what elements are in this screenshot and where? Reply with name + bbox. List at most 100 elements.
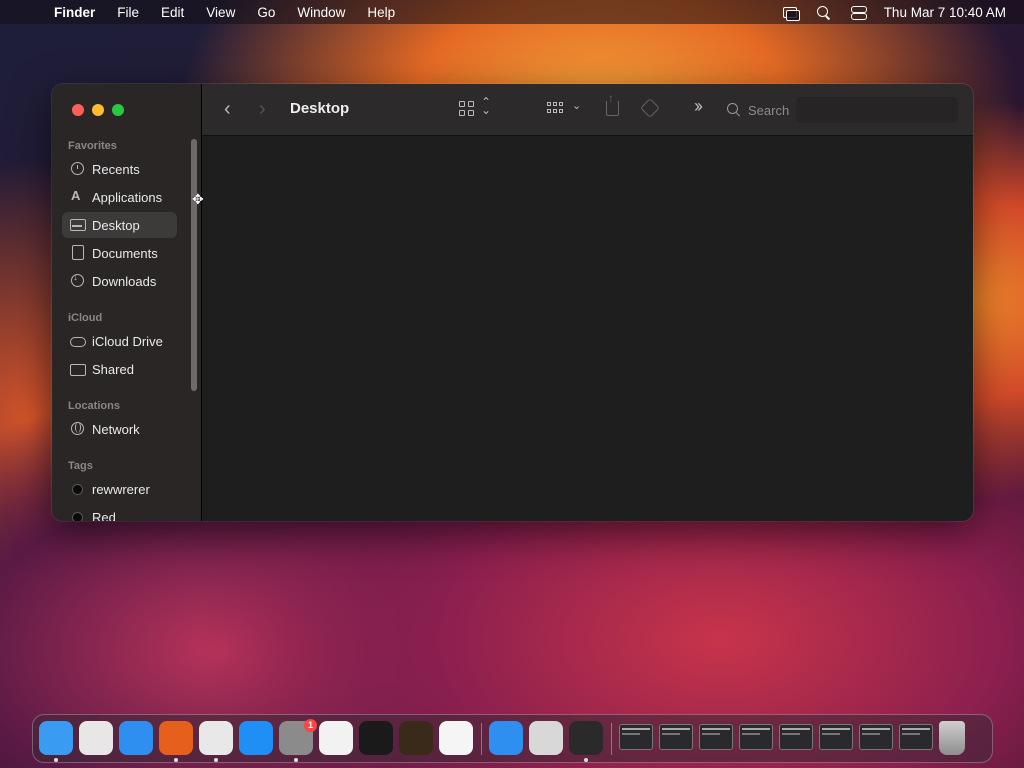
sidebar-item-label: rewwrerer xyxy=(92,481,150,497)
menu-edit[interactable]: Edit xyxy=(150,5,195,20)
vscode-icon[interactable] xyxy=(439,721,473,755)
sidebar-section-favorites: Favorites xyxy=(68,140,117,152)
finder-icon[interactable] xyxy=(39,721,73,755)
safari-icon[interactable] xyxy=(119,721,153,755)
garageband-icon[interactable] xyxy=(399,721,433,755)
terminal-icon[interactable] xyxy=(359,721,393,755)
sidebar-item-label: Applications xyxy=(92,189,163,205)
forward-button[interactable]: › xyxy=(259,98,266,121)
globe-icon xyxy=(70,421,86,437)
weather-icon[interactable] xyxy=(489,721,523,755)
window-controls xyxy=(72,104,124,116)
document-icon xyxy=(70,245,86,261)
sidebar-item-label: Red xyxy=(92,509,116,522)
running-indicator xyxy=(174,758,178,762)
running-indicator xyxy=(584,758,588,762)
menu-bar-status: Thu Mar 7 10:40 AM xyxy=(782,5,1024,21)
finder-window: Favorites Recents Applications Desktop D… xyxy=(52,84,973,521)
screen-mirroring-icon[interactable] xyxy=(782,5,800,21)
zoom-window-button[interactable] xyxy=(112,104,124,116)
notification-badge: 1 xyxy=(304,719,317,732)
running-indicator xyxy=(294,758,298,762)
sidebar-item-applications[interactable]: Applications xyxy=(62,184,177,210)
running-indicator xyxy=(214,758,218,762)
sidebar-item-recents[interactable]: Recents xyxy=(62,156,177,182)
sidebar-item-downloads[interactable]: Downloads xyxy=(62,268,177,294)
trash-icon[interactable] xyxy=(939,721,965,755)
dock: 1 xyxy=(32,714,993,763)
chevron-down-icon[interactable]: ⌄ xyxy=(572,99,581,112)
sidebar-item-label: Desktop xyxy=(92,217,140,233)
chrome-icon[interactable] xyxy=(199,721,233,755)
sidebar-item-label: iCloud Drive xyxy=(92,333,163,349)
finder-sidebar: Favorites Recents Applications Desktop D… xyxy=(52,84,202,521)
window-title: Desktop xyxy=(290,100,350,117)
menu-window[interactable]: Window xyxy=(286,5,356,20)
minimized-window-thumbnail[interactable] xyxy=(899,724,933,750)
app-store-icon[interactable] xyxy=(239,721,273,755)
menu-app-finder[interactable]: Finder xyxy=(54,5,106,20)
minimized-window-thumbnail[interactable] xyxy=(619,724,653,750)
sidebar-section-tags: Tags xyxy=(68,460,93,472)
sidebar-item-label: Downloads xyxy=(92,273,157,289)
back-button[interactable]: ‹ xyxy=(224,98,231,121)
running-indicator xyxy=(54,758,58,762)
group-by-icon[interactable] xyxy=(547,102,565,116)
tag-icon[interactable] xyxy=(640,98,660,118)
finder-toolbar: ‹ › Desktop ⌃⌄ ⌄ ›› xyxy=(202,84,973,136)
tag-dot-icon xyxy=(70,509,86,521)
preview-icon[interactable] xyxy=(529,721,563,755)
view-options-chevron-icon[interactable]: ⌃ ⌄ xyxy=(481,96,491,116)
sidebar-item-icloud-drive[interactable]: iCloud Drive xyxy=(62,328,177,354)
search-field[interactable] xyxy=(721,97,973,123)
applications-icon xyxy=(70,188,86,205)
sidebar-item-shared[interactable]: Shared xyxy=(62,356,177,382)
sidebar-tag-rewwrerer[interactable]: rewwrerer xyxy=(62,476,177,502)
sidebar-item-label: Documents xyxy=(92,245,158,261)
sidebar-item-network[interactable]: Network xyxy=(62,416,177,442)
minimized-window-thumbnail[interactable] xyxy=(739,724,773,750)
sidebar-item-label: Network xyxy=(92,421,140,437)
sidebar-item-desktop[interactable]: Desktop xyxy=(62,212,177,238)
control-center-icon[interactable] xyxy=(850,5,867,20)
finder-content-area[interactable] xyxy=(202,137,973,521)
cloud-icon xyxy=(70,333,86,349)
menu-go[interactable]: Go xyxy=(246,5,286,20)
minimize-window-button[interactable] xyxy=(92,104,104,116)
minimized-window-thumbnail[interactable] xyxy=(659,724,693,750)
search-icon xyxy=(727,103,741,117)
spotlight-search-icon[interactable] xyxy=(816,5,832,19)
sidebar-scrollbar[interactable] xyxy=(191,139,197,391)
share-icon[interactable] xyxy=(606,91,619,116)
clock-icon xyxy=(70,161,86,177)
close-window-button[interactable] xyxy=(72,104,84,116)
sidebar-section-locations: Locations xyxy=(68,400,120,412)
menu-bar-clock[interactable]: Thu Mar 7 10:40 AM xyxy=(884,5,1006,20)
parallels-icon[interactable] xyxy=(569,721,603,755)
dock-separator xyxy=(611,723,612,755)
minimized-window-thumbnail[interactable] xyxy=(779,724,813,750)
minimized-window-thumbnail[interactable] xyxy=(859,724,893,750)
menu-view[interactable]: View xyxy=(195,5,246,20)
textedit-icon[interactable] xyxy=(319,721,353,755)
menu-bar: Finder File Edit View Go Window Help Thu… xyxy=(0,0,1024,24)
sidebar-item-label: Recents xyxy=(92,161,140,177)
sidebar-item-documents[interactable]: Documents xyxy=(62,240,177,266)
sidebar-item-label: Shared xyxy=(92,361,134,377)
minimized-window-thumbnail[interactable] xyxy=(819,724,853,750)
desktop-icon xyxy=(70,217,86,233)
sidebar-tag-red[interactable]: Red xyxy=(62,504,177,521)
dock-separator xyxy=(481,723,482,755)
menu-file[interactable]: File xyxy=(106,5,150,20)
minimized-window-thumbnail[interactable] xyxy=(699,724,733,750)
launchpad-icon[interactable] xyxy=(79,721,113,755)
toolbar-overflow-icon[interactable]: ›› xyxy=(694,96,703,117)
tag-dot-icon xyxy=(70,481,86,497)
icon-view-icon[interactable] xyxy=(459,101,475,117)
menu-help[interactable]: Help xyxy=(356,5,406,20)
resize-cursor-icon: ✥ xyxy=(192,191,204,207)
search-input-box[interactable] xyxy=(796,97,958,123)
firefox-icon[interactable] xyxy=(159,721,193,755)
sidebar-section-icloud: iCloud xyxy=(68,312,103,324)
shared-folder-icon xyxy=(70,361,86,377)
